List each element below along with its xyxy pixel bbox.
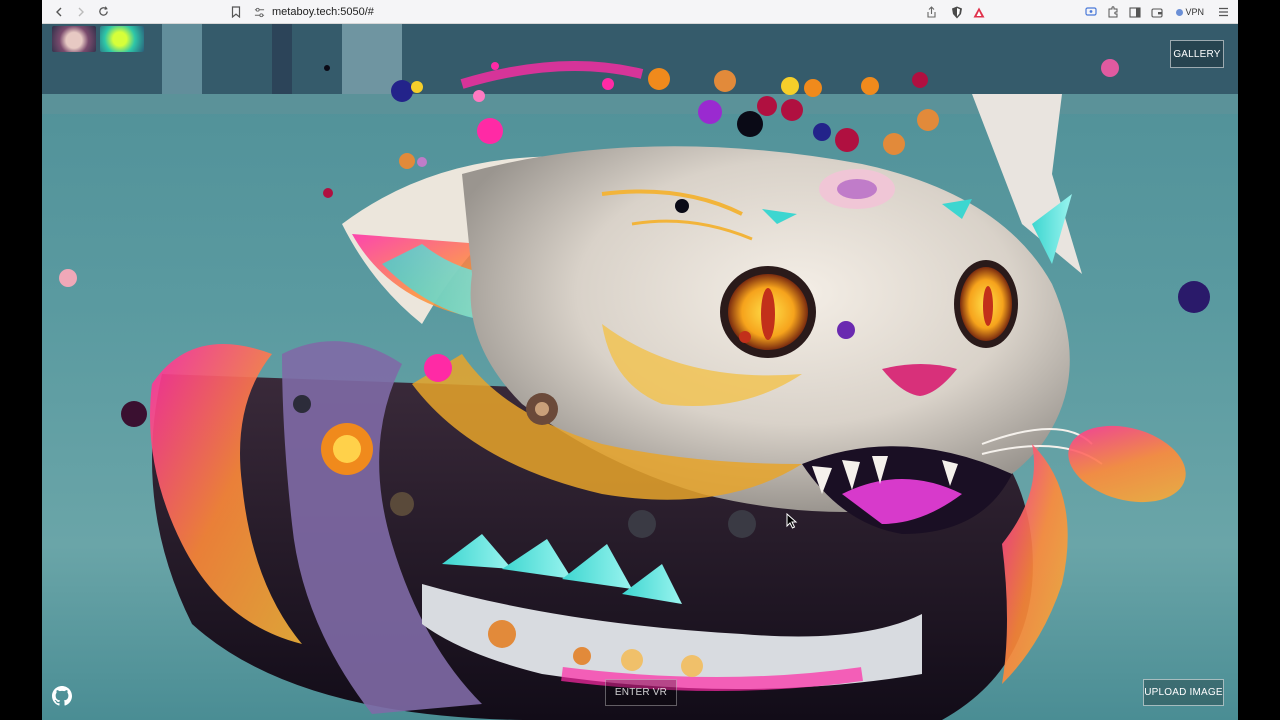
puzzle-icon — [1108, 6, 1118, 18]
forward-button[interactable] — [70, 1, 92, 23]
brave-rewards-icon — [973, 7, 985, 17]
reload-button[interactable] — [92, 1, 114, 23]
brave-rewards-button[interactable] — [968, 1, 990, 23]
mouse-cursor-icon — [786, 513, 798, 529]
cast-button[interactable] — [1080, 1, 1102, 23]
arrow-right-icon — [78, 7, 84, 16]
wallet-icon — [1151, 7, 1164, 18]
thumbnail-2[interactable] — [100, 26, 144, 52]
vpn-button[interactable]: VPN — [1176, 7, 1204, 17]
reload-icon — [98, 6, 108, 16]
ai-cat-artwork[interactable] — [42, 24, 1238, 720]
tune-icon[interactable] — [252, 5, 266, 19]
left-letterbox — [0, 0, 42, 720]
github-link[interactable] — [52, 686, 72, 706]
vpn-label: VPN — [1185, 7, 1204, 17]
cast-icon — [1085, 7, 1098, 16]
brave-shield-icon — [952, 6, 963, 18]
thumbnail-strip — [52, 26, 144, 52]
extensions-button[interactable] — [1102, 1, 1124, 23]
url-text[interactable]: metaboy.tech:5050/# — [272, 6, 374, 18]
enter-vr-button[interactable]: ENTER VR — [605, 679, 677, 706]
brave-shield-button[interactable] — [946, 1, 968, 23]
thumbnail-1[interactable] — [52, 26, 96, 52]
bookmark-icon — [231, 6, 241, 18]
bookmark-button[interactable] — [228, 4, 244, 20]
gallery-button[interactable]: GALLERY — [1170, 40, 1224, 68]
sidebar-button[interactable] — [1124, 1, 1146, 23]
hamburger-menu-icon — [1218, 7, 1228, 17]
sidebar-icon — [1129, 6, 1142, 18]
arrow-left-icon — [56, 7, 62, 16]
wallet-button[interactable] — [1146, 1, 1168, 23]
browser-toolbar: metaboy.tech:5050/# VPN — [42, 0, 1238, 24]
menu-button[interactable] — [1212, 1, 1234, 23]
right-letterbox — [1238, 0, 1280, 720]
toolbar-right: VPN — [920, 0, 1238, 24]
page-viewport: GALLERY ENTER VR UPLOAD IMAGE — [42, 24, 1238, 720]
share-icon — [927, 6, 936, 18]
vpn-status-icon — [1176, 8, 1184, 16]
back-button[interactable] — [48, 1, 70, 23]
share-button[interactable] — [920, 1, 942, 23]
upload-image-button[interactable]: UPLOAD IMAGE — [1143, 679, 1224, 706]
github-icon — [52, 686, 72, 706]
address-bar[interactable]: metaboy.tech:5050/# — [252, 2, 992, 22]
